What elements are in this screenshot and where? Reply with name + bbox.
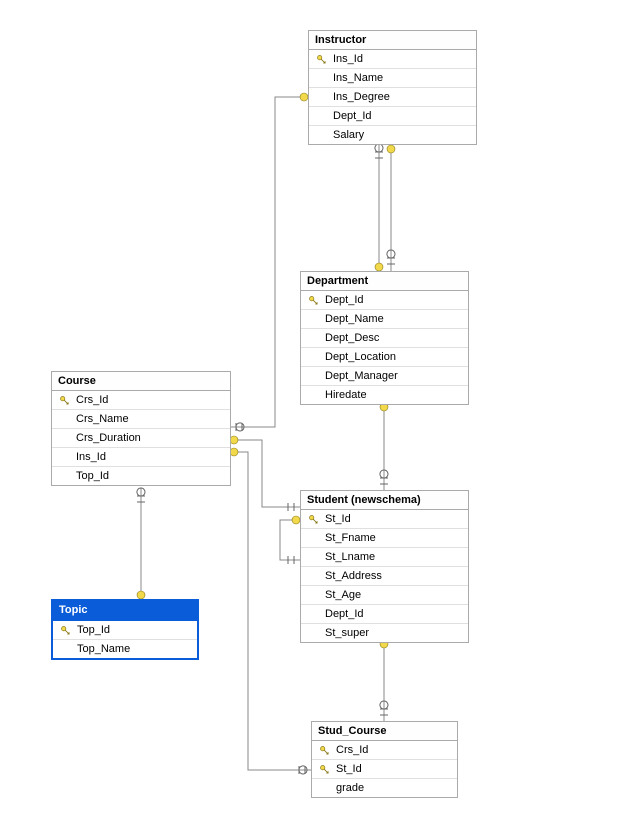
table-course[interactable]: Course Crs_Id Crs_Name Crs_Duration Ins_… bbox=[51, 371, 231, 486]
table-column[interactable]: Dept_Location bbox=[301, 348, 468, 367]
table-column[interactable]: Hiredate bbox=[301, 386, 468, 404]
column-name: Ins_Name bbox=[333, 72, 476, 84]
column-name: St_Address bbox=[325, 570, 468, 582]
table-column[interactable]: Top_Id bbox=[52, 467, 230, 485]
table-column[interactable]: Crs_Id bbox=[52, 391, 230, 410]
column-list: Ins_Id Ins_Name Ins_Degree Dept_Id Salar… bbox=[309, 50, 476, 144]
column-name: Top_Id bbox=[76, 470, 230, 482]
column-name: Crs_Duration bbox=[76, 432, 230, 444]
table-header[interactable]: Course bbox=[52, 372, 230, 391]
table-header[interactable]: Instructor bbox=[309, 31, 476, 50]
column-name: Dept_Id bbox=[333, 110, 476, 122]
table-column[interactable]: Crs_Duration bbox=[52, 429, 230, 448]
table-column[interactable]: Crs_Name bbox=[52, 410, 230, 429]
table-column[interactable]: St_super bbox=[301, 624, 468, 642]
column-name: Salary bbox=[333, 129, 476, 141]
column-name: Top_Name bbox=[77, 643, 197, 655]
table-stud-course[interactable]: Stud_Course Crs_Id St_Id grade bbox=[311, 721, 458, 798]
column-name: St_Age bbox=[325, 589, 468, 601]
table-column[interactable]: Dept_Id bbox=[301, 605, 468, 624]
column-list: Crs_Id Crs_Name Crs_Duration Ins_Id Top_… bbox=[52, 391, 230, 485]
column-name: Dept_Location bbox=[325, 351, 468, 363]
column-name: St_Id bbox=[325, 513, 468, 525]
primary-key-icon bbox=[320, 746, 329, 755]
diagram-canvas[interactable]: Instructor Ins_Id Ins_Name Ins_Degree De… bbox=[0, 0, 621, 821]
column-name: St_super bbox=[325, 627, 468, 639]
table-column[interactable]: Ins_Id bbox=[52, 448, 230, 467]
table-column[interactable]: Dept_Id bbox=[301, 291, 468, 310]
table-column[interactable]: St_Lname bbox=[301, 548, 468, 567]
table-column[interactable]: Dept_Manager bbox=[301, 367, 468, 386]
table-column[interactable]: Dept_Desc bbox=[301, 329, 468, 348]
primary-key-icon bbox=[60, 396, 69, 405]
column-name: Ins_Id bbox=[76, 451, 230, 463]
table-column[interactable]: St_Address bbox=[301, 567, 468, 586]
column-name: Dept_Manager bbox=[325, 370, 468, 382]
table-department[interactable]: Department Dept_Id Dept_Name Dept_Desc D… bbox=[300, 271, 469, 405]
table-column[interactable]: St_Fname bbox=[301, 529, 468, 548]
primary-key-icon bbox=[309, 296, 318, 305]
column-name: Crs_Name bbox=[76, 413, 230, 425]
table-header[interactable]: Stud_Course bbox=[312, 722, 457, 741]
table-header[interactable]: Department bbox=[301, 272, 468, 291]
column-name: St_Lname bbox=[325, 551, 468, 563]
table-column[interactable]: Ins_Name bbox=[309, 69, 476, 88]
column-name: Crs_Id bbox=[336, 744, 457, 756]
column-name: Top_Id bbox=[77, 624, 197, 636]
column-name: grade bbox=[336, 782, 457, 794]
column-list: Crs_Id St_Id grade bbox=[312, 741, 457, 797]
column-name: Hiredate bbox=[325, 389, 468, 401]
column-name: St_Fname bbox=[325, 532, 468, 544]
column-name: Dept_Name bbox=[325, 313, 468, 325]
table-instructor[interactable]: Instructor Ins_Id Ins_Name Ins_Degree De… bbox=[308, 30, 477, 145]
column-name: St_Id bbox=[336, 763, 457, 775]
table-column[interactable]: Ins_Degree bbox=[309, 88, 476, 107]
column-list: Top_Id Top_Name bbox=[53, 621, 197, 658]
table-column[interactable]: Top_Id bbox=[53, 621, 197, 640]
table-column[interactable]: St_Age bbox=[301, 586, 468, 605]
column-name: Ins_Id bbox=[333, 53, 476, 65]
table-column[interactable]: Crs_Id bbox=[312, 741, 457, 760]
table-column[interactable]: Dept_Id bbox=[309, 107, 476, 126]
primary-key-icon bbox=[320, 765, 329, 774]
column-name: Dept_Id bbox=[325, 608, 468, 620]
table-header[interactable]: Student (newschema) bbox=[301, 491, 468, 510]
primary-key-icon bbox=[317, 55, 326, 64]
column-list: St_Id St_Fname St_Lname St_Address St_Ag… bbox=[301, 510, 468, 642]
table-column[interactable]: St_Id bbox=[301, 510, 468, 529]
primary-key-icon bbox=[61, 626, 70, 635]
table-column[interactable]: grade bbox=[312, 779, 457, 797]
column-name: Crs_Id bbox=[76, 394, 230, 406]
table-column[interactable]: St_Id bbox=[312, 760, 457, 779]
table-column[interactable]: Ins_Id bbox=[309, 50, 476, 69]
table-topic[interactable]: Topic Top_Id Top_Name bbox=[51, 599, 199, 660]
table-column[interactable]: Dept_Name bbox=[301, 310, 468, 329]
primary-key-icon bbox=[309, 515, 318, 524]
column-list: Dept_Id Dept_Name Dept_Desc Dept_Locatio… bbox=[301, 291, 468, 404]
table-header[interactable]: Topic bbox=[53, 601, 197, 621]
column-name: Dept_Id bbox=[325, 294, 468, 306]
table-student[interactable]: Student (newschema) St_Id St_Fname St_Ln… bbox=[300, 490, 469, 643]
table-column[interactable]: Salary bbox=[309, 126, 476, 144]
column-name: Dept_Desc bbox=[325, 332, 468, 344]
column-name: Ins_Degree bbox=[333, 91, 476, 103]
table-column[interactable]: Top_Name bbox=[53, 640, 197, 658]
